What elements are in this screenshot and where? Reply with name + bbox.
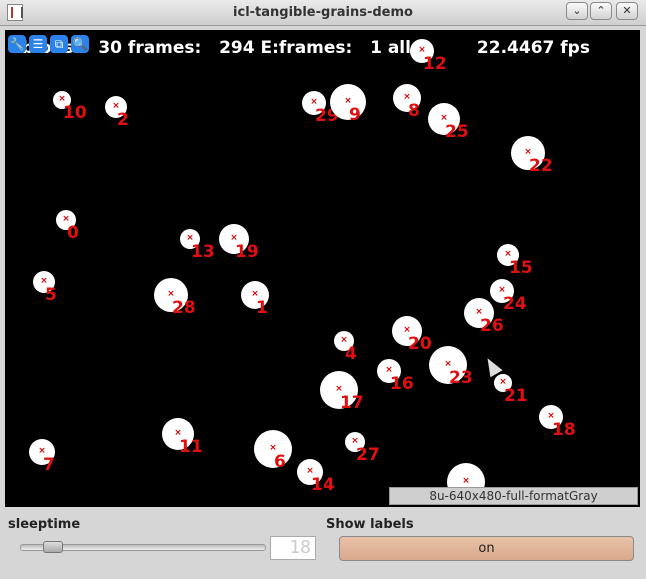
- grain-label: 1: [256, 298, 268, 318]
- grain-label: 15: [509, 258, 533, 278]
- minimize-button[interactable]: ⌄: [566, 2, 588, 20]
- grain-label: 9: [349, 105, 361, 125]
- grain-label: 27: [356, 445, 380, 465]
- show-labels-label: Show labels: [326, 517, 414, 532]
- grain-label: 13: [191, 242, 215, 262]
- grain-label: 10: [63, 103, 87, 123]
- grain-label: 23: [449, 368, 473, 388]
- grain-label: 24: [503, 294, 527, 314]
- zoom-icon[interactable]: 🔍: [71, 35, 89, 53]
- menu-icon[interactable]: ☰: [29, 35, 47, 53]
- image-format-status: 8u-640x480-full-formatGray: [389, 487, 638, 505]
- grain-label: 26: [480, 316, 504, 336]
- close-button[interactable]: ✕: [616, 2, 638, 20]
- title-bar: icl-tangible-grains-demo ⌄ ⌃ ✕: [0, 0, 646, 26]
- maximize-button[interactable]: ⌃: [590, 2, 612, 20]
- grain-label: 14: [311, 475, 335, 495]
- grain-blob: [254, 430, 292, 468]
- grain-label: 2: [117, 110, 129, 130]
- grain-label: 11: [179, 437, 203, 457]
- image-view[interactable]: 1210229982522013191552812426420231621171…: [5, 30, 640, 507]
- show-labels-toggle[interactable]: on: [339, 536, 634, 561]
- grain-label: 18: [552, 420, 576, 440]
- sleeptime-value-display: 18: [270, 536, 316, 560]
- grain-label: 7: [43, 455, 55, 475]
- grain-label: 12: [423, 54, 447, 74]
- fit-icon[interactable]: ⧉: [50, 35, 68, 53]
- wrench-icon[interactable]: 🔧: [8, 35, 26, 53]
- grain-label: 6: [274, 452, 286, 472]
- grain-label: 21: [504, 386, 528, 406]
- image-toolbar: 🔧 ☰ ⧉ 🔍: [8, 35, 89, 53]
- grain-label: 4: [345, 344, 357, 364]
- grain-label: 22: [529, 156, 553, 176]
- grain-label: 28: [172, 298, 196, 318]
- grain-label: 19: [235, 242, 259, 262]
- sleeptime-label: sleeptime: [8, 517, 81, 532]
- stats-overlay: blobs: 30 frames: 294 E:frames: 1 all: 2…: [10, 38, 590, 58]
- grain-label: 20: [408, 334, 432, 354]
- sleeptime-slider-thumb[interactable]: [42, 541, 63, 553]
- grain-label: 0: [67, 223, 79, 243]
- grain-label: 5: [45, 285, 57, 305]
- grain-label: 17: [340, 393, 364, 413]
- grain-label: 8: [408, 101, 420, 121]
- window-title: icl-tangible-grains-demo: [233, 5, 413, 20]
- grain-label: 16: [390, 374, 414, 394]
- grain-label: 25: [445, 122, 469, 142]
